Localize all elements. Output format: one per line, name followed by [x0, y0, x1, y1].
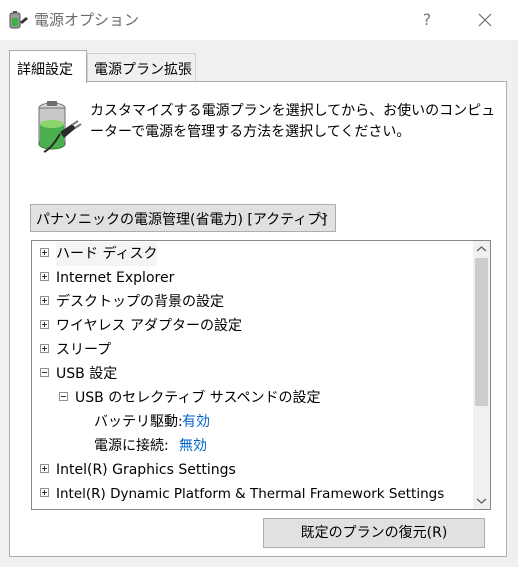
chevron-down-icon [476, 498, 487, 504]
scroll-down-arrow[interactable] [473, 492, 490, 509]
scrollbar-thumb[interactable] [475, 258, 488, 406]
plugged-in-value[interactable]: 無効 [179, 434, 207, 458]
power-plan-select-value: パナソニックの電源管理(省電力) [アクティブ] [36, 212, 327, 228]
close-icon [478, 13, 492, 27]
collapse-icon[interactable] [40, 368, 49, 377]
collapse-icon[interactable] [59, 392, 68, 401]
vertical-scrollbar[interactable] [473, 241, 490, 509]
description-text: カスタマイズする電源プランを選択してから、お使いのコンピューターで電源を管理する… [90, 103, 496, 140]
expand-icon[interactable] [40, 320, 49, 329]
power-options-icon [6, 8, 30, 32]
power-plan-select[interactable]: パナソニックの電源管理(省電力) [アクティブ] [30, 204, 336, 232]
expand-icon[interactable] [40, 488, 49, 497]
tab-advanced-settings[interactable]: 詳細設定 [9, 50, 87, 83]
chevron-up-icon [476, 246, 487, 252]
settings-tree[interactable]: ハード ディスク Internet Explorer デスクトップの背景の設定 … [31, 240, 491, 510]
close-button[interactable] [470, 6, 500, 34]
title-bar: 電源オプション ? [0, 0, 518, 40]
expand-icon[interactable] [40, 272, 49, 281]
battery-plug-icon [32, 98, 82, 156]
expand-icon[interactable] [40, 464, 49, 473]
plugged-in-label: 電源に接続: [94, 438, 169, 454]
on-battery-label: バッテリ駆動: [94, 414, 183, 430]
expand-icon[interactable] [40, 344, 49, 353]
window-title: 電源オプション [34, 11, 140, 29]
on-battery-value[interactable]: 有効 [182, 410, 210, 434]
help-button[interactable]: ? [412, 6, 442, 34]
advanced-settings-panel: カスタマイズする電源プランを選択してから、お使いのコンピューターで電源を管理する… [9, 81, 507, 557]
expand-icon[interactable] [40, 248, 49, 257]
tab-power-plan-extension[interactable]: 電源プラン拡張 [87, 53, 196, 82]
chevron-down-icon [317, 211, 329, 223]
scroll-up-arrow[interactable] [473, 241, 490, 258]
restore-defaults-button[interactable]: 既定のプランの復元(R) [263, 518, 485, 548]
tab-strip: 詳細設定 電源プラン拡張 [0, 40, 518, 83]
expand-icon[interactable] [40, 296, 49, 305]
